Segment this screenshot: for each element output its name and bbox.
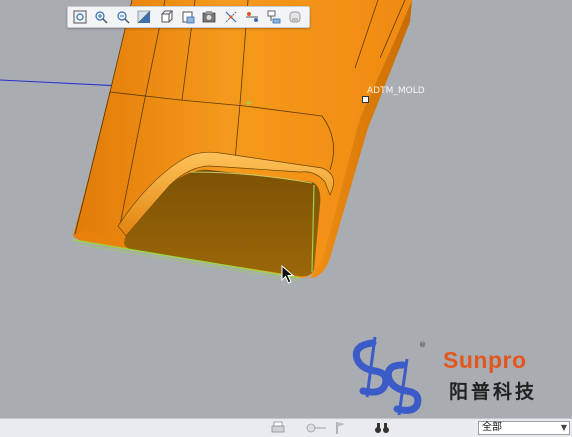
view-manager-icon	[182, 11, 194, 24]
view-manager-button[interactable]	[178, 8, 198, 26]
appearance-icon	[289, 11, 301, 23]
zoom-out-icon	[117, 11, 130, 24]
mouse-cursor-icon	[281, 265, 295, 284]
refit-icon	[73, 10, 87, 24]
repaint-icon	[138, 10, 152, 24]
datum-display-icon	[225, 11, 237, 23]
selection-filter-value: 全部	[482, 422, 502, 433]
annotation-display-icon	[267, 10, 281, 24]
find-binoculars-icon[interactable]	[374, 421, 390, 435]
chevron-down-icon: ▼	[560, 423, 567, 432]
spin-center-icon	[246, 12, 259, 22]
logo-english-text: Sunpro	[443, 347, 527, 373]
printer-icon[interactable]	[270, 421, 286, 435]
sunpro-logo: ® Sunpro 阳普科技	[345, 335, 570, 416]
flag-icon[interactable]	[335, 421, 347, 435]
svg-text:®: ®	[419, 341, 426, 349]
status-bar: 全部 ▼	[0, 418, 572, 437]
zoom-in-button[interactable]	[92, 8, 112, 26]
sunpro-emblem-icon: ®	[352, 336, 426, 416]
zoom-out-button[interactable]	[113, 8, 133, 26]
toggle-switch-icon[interactable]	[306, 421, 328, 435]
repaint-button[interactable]	[135, 8, 155, 26]
datum-plane-label[interactable]: ADTM_MOLD	[367, 86, 425, 96]
selection-filter-dropdown[interactable]: 全部 ▼	[478, 421, 570, 435]
display-style-icon	[202, 11, 216, 23]
spin-center-button[interactable]	[242, 8, 262, 26]
appearance-button[interactable]	[285, 8, 305, 26]
graphics-window[interactable]: ADTM_MOLD ® Sunpro 阳普科技	[0, 0, 572, 418]
saved-orientations-button[interactable]	[156, 8, 176, 26]
refit-button[interactable]	[70, 8, 90, 26]
graphics-toolbar	[67, 6, 310, 28]
display-style-button[interactable]	[199, 8, 219, 26]
datum-display-button[interactable]	[221, 8, 241, 26]
orange-part[interactable]	[72, 0, 412, 282]
datum-plane-handle[interactable]	[362, 96, 369, 103]
annotation-display-button[interactable]	[264, 8, 284, 26]
saved-orientations-icon	[161, 10, 173, 23]
zoom-in-icon	[95, 11, 108, 24]
logo-chinese-text: 阳普科技	[449, 381, 538, 403]
